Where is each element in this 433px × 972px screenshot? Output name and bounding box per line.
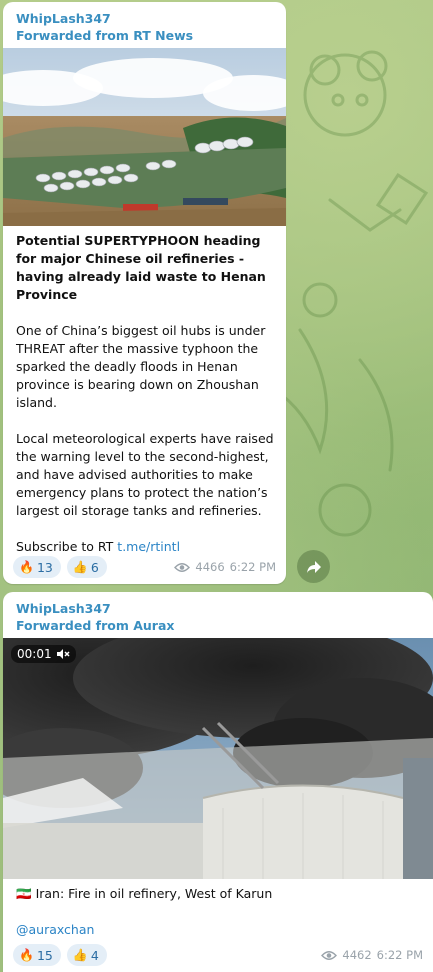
subscribe-link[interactable]: t.me/rtintl — [117, 539, 180, 554]
reaction-thumbs-up[interactable]: 👍 6 — [66, 556, 107, 578]
thumbs-up-icon: 👍 — [72, 560, 88, 574]
reaction-fire[interactable]: 🔥 13 — [13, 556, 61, 578]
fire-icon: 🔥 — [19, 560, 34, 574]
share-arrow-icon — [306, 560, 321, 573]
subscribe-text: Subscribe to RT — [16, 539, 118, 554]
handle-line: @auraxchan — [3, 921, 433, 939]
reaction-fire[interactable]: 🔥 15 — [13, 944, 61, 966]
message-meta: 4466 6:22 PM — [174, 560, 276, 574]
message-footer: 🔥 13 👍 6 4466 6:22 PM — [13, 556, 276, 578]
message-paragraph: One of China’s biggest oil hubs is under… — [16, 323, 266, 410]
message-time: 6:22 PM — [376, 948, 423, 962]
message-time: 6:22 PM — [229, 560, 276, 574]
view-count: 4462 — [342, 948, 372, 962]
message-caption-line: 🇮🇷 Iran: Fire in oil refinery, West of K… — [3, 885, 433, 903]
message-meta: 4462 6:22 PM — [321, 948, 423, 962]
forwarded-from[interactable]: Forwarded from Aurax — [3, 617, 433, 634]
channel-handle-link[interactable]: @auraxchan — [16, 922, 94, 937]
reaction-count: 13 — [36, 559, 53, 575]
message-bubble[interactable]: WhipLash347 Forwarded from RT News Poten… — [3, 2, 286, 584]
message-footer: 🔥 15 👍 4 4462 6:22 PM — [13, 944, 423, 966]
reaction-count: 4 — [90, 947, 99, 963]
mute-icon[interactable] — [56, 648, 70, 660]
reaction-count: 15 — [36, 947, 53, 963]
video-refinery-fire[interactable]: 00:01 — [3, 638, 433, 879]
share-button[interactable] — [297, 550, 330, 583]
forwarded-from[interactable]: Forwarded from RT News — [3, 27, 286, 44]
sender-name[interactable]: WhipLash347 — [3, 592, 433, 617]
view-count: 4466 — [195, 560, 225, 574]
iran-flag-icon: 🇮🇷 — [16, 886, 32, 901]
photo-oil-refinery[interactable] — [3, 48, 286, 226]
eye-icon — [321, 950, 338, 960]
sender-name[interactable]: WhipLash347 — [3, 2, 286, 27]
subscribe-line: Subscribe to RT t.me/rtintl — [3, 538, 286, 556]
eye-icon — [174, 562, 191, 572]
reaction-count: 6 — [90, 559, 99, 575]
message-headline: Potential SUPERTYPHOON heading for major… — [16, 233, 266, 302]
message-paragraph: Local meteorological experts have raised… — [16, 431, 274, 518]
fire-video-frame-image — [3, 638, 433, 879]
reaction-thumbs-up[interactable]: 👍 4 — [66, 944, 107, 966]
fire-icon: 🔥 — [19, 948, 34, 962]
refinery-photo-image — [3, 48, 286, 226]
message-caption: Iran: Fire in oil refinery, West of Karu… — [35, 886, 273, 901]
thumbs-up-icon: 👍 — [72, 948, 88, 962]
video-time: 00:01 — [17, 647, 52, 661]
video-duration-badge: 00:01 — [11, 645, 76, 663]
message-bubble[interactable]: WhipLash347 Forwarded from Aurax 00:01 🇮… — [3, 592, 433, 972]
